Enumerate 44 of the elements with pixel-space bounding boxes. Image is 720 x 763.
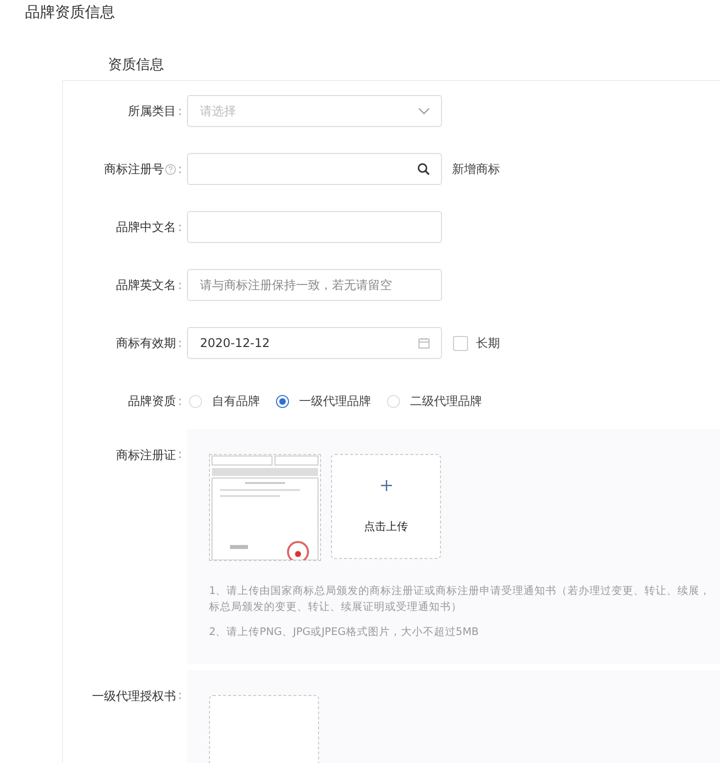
search-icon[interactable] bbox=[417, 162, 430, 176]
radio-label: 自有品牌 bbox=[212, 392, 260, 410]
radio-option[interactable]: 一级代理品牌 bbox=[276, 392, 371, 410]
input-field[interactable] bbox=[187, 211, 442, 243]
upload-note: 标总局颁发的变更、转让、续展证明或受理通知书） bbox=[209, 600, 463, 615]
upload-box[interactable]: 点击上传 bbox=[331, 454, 441, 559]
field-label: 商标注册证 bbox=[116, 447, 176, 464]
upload-note: 2、请上传PNG、JPG或JPEG格式图片，大小不超过5MB bbox=[209, 625, 480, 640]
field-label: 品牌资质 bbox=[128, 392, 176, 410]
radio-option[interactable]: 二级代理品牌 bbox=[387, 392, 482, 410]
label-colon: : bbox=[178, 394, 182, 408]
field-label: 商标有效期 bbox=[116, 334, 176, 352]
checkbox-option[interactable]: 长期 bbox=[453, 334, 500, 352]
label-colon: : bbox=[178, 278, 182, 292]
upload-note: 1、请上传由国家商标总局颁发的商标注册证或商标注册申请受理通知书（若办理过变更、转让、续展， bbox=[209, 584, 712, 599]
radio-option[interactable]: 自有品牌 bbox=[189, 392, 260, 410]
plus-icon bbox=[380, 480, 392, 490]
help-icon[interactable] bbox=[164, 164, 176, 174]
checkbox[interactable] bbox=[453, 336, 468, 350]
radio-icon[interactable] bbox=[276, 394, 289, 408]
label-colon: : bbox=[178, 220, 182, 234]
field-label: 商标注册号 bbox=[104, 160, 164, 178]
label-colon: : bbox=[178, 336, 182, 350]
add-trademark-link[interactable]: 新增商标 bbox=[452, 160, 500, 178]
section-title: 资质信息 bbox=[108, 56, 165, 75]
date-field[interactable]: 2020-12-12 bbox=[187, 327, 442, 359]
page-title: 品牌资质信息 bbox=[24, 2, 116, 23]
search-field[interactable] bbox=[187, 153, 442, 185]
input-field[interactable]: 请与商标注册保持一致，若无请留空 bbox=[187, 269, 442, 301]
field-label: 一级代理授权书 bbox=[92, 688, 176, 705]
field-label: 所属类目 bbox=[128, 102, 176, 120]
select-field[interactable]: 请选择 bbox=[187, 95, 442, 127]
chevron-down-icon bbox=[418, 107, 430, 115]
label-colon: : bbox=[178, 688, 182, 702]
field-label: 品牌中文名 bbox=[116, 218, 176, 236]
checkbox-label: 长期 bbox=[476, 334, 500, 352]
field-label: 品牌英文名 bbox=[116, 276, 176, 294]
upload-label: 点击上传 bbox=[364, 518, 408, 534]
radio-label: 二级代理品牌 bbox=[410, 392, 482, 410]
radio-label: 一级代理品牌 bbox=[299, 392, 371, 410]
label-colon: : bbox=[178, 162, 182, 176]
label-colon: : bbox=[178, 104, 182, 118]
label-colon: : bbox=[178, 447, 182, 461]
calendar-icon[interactable] bbox=[418, 337, 430, 349]
